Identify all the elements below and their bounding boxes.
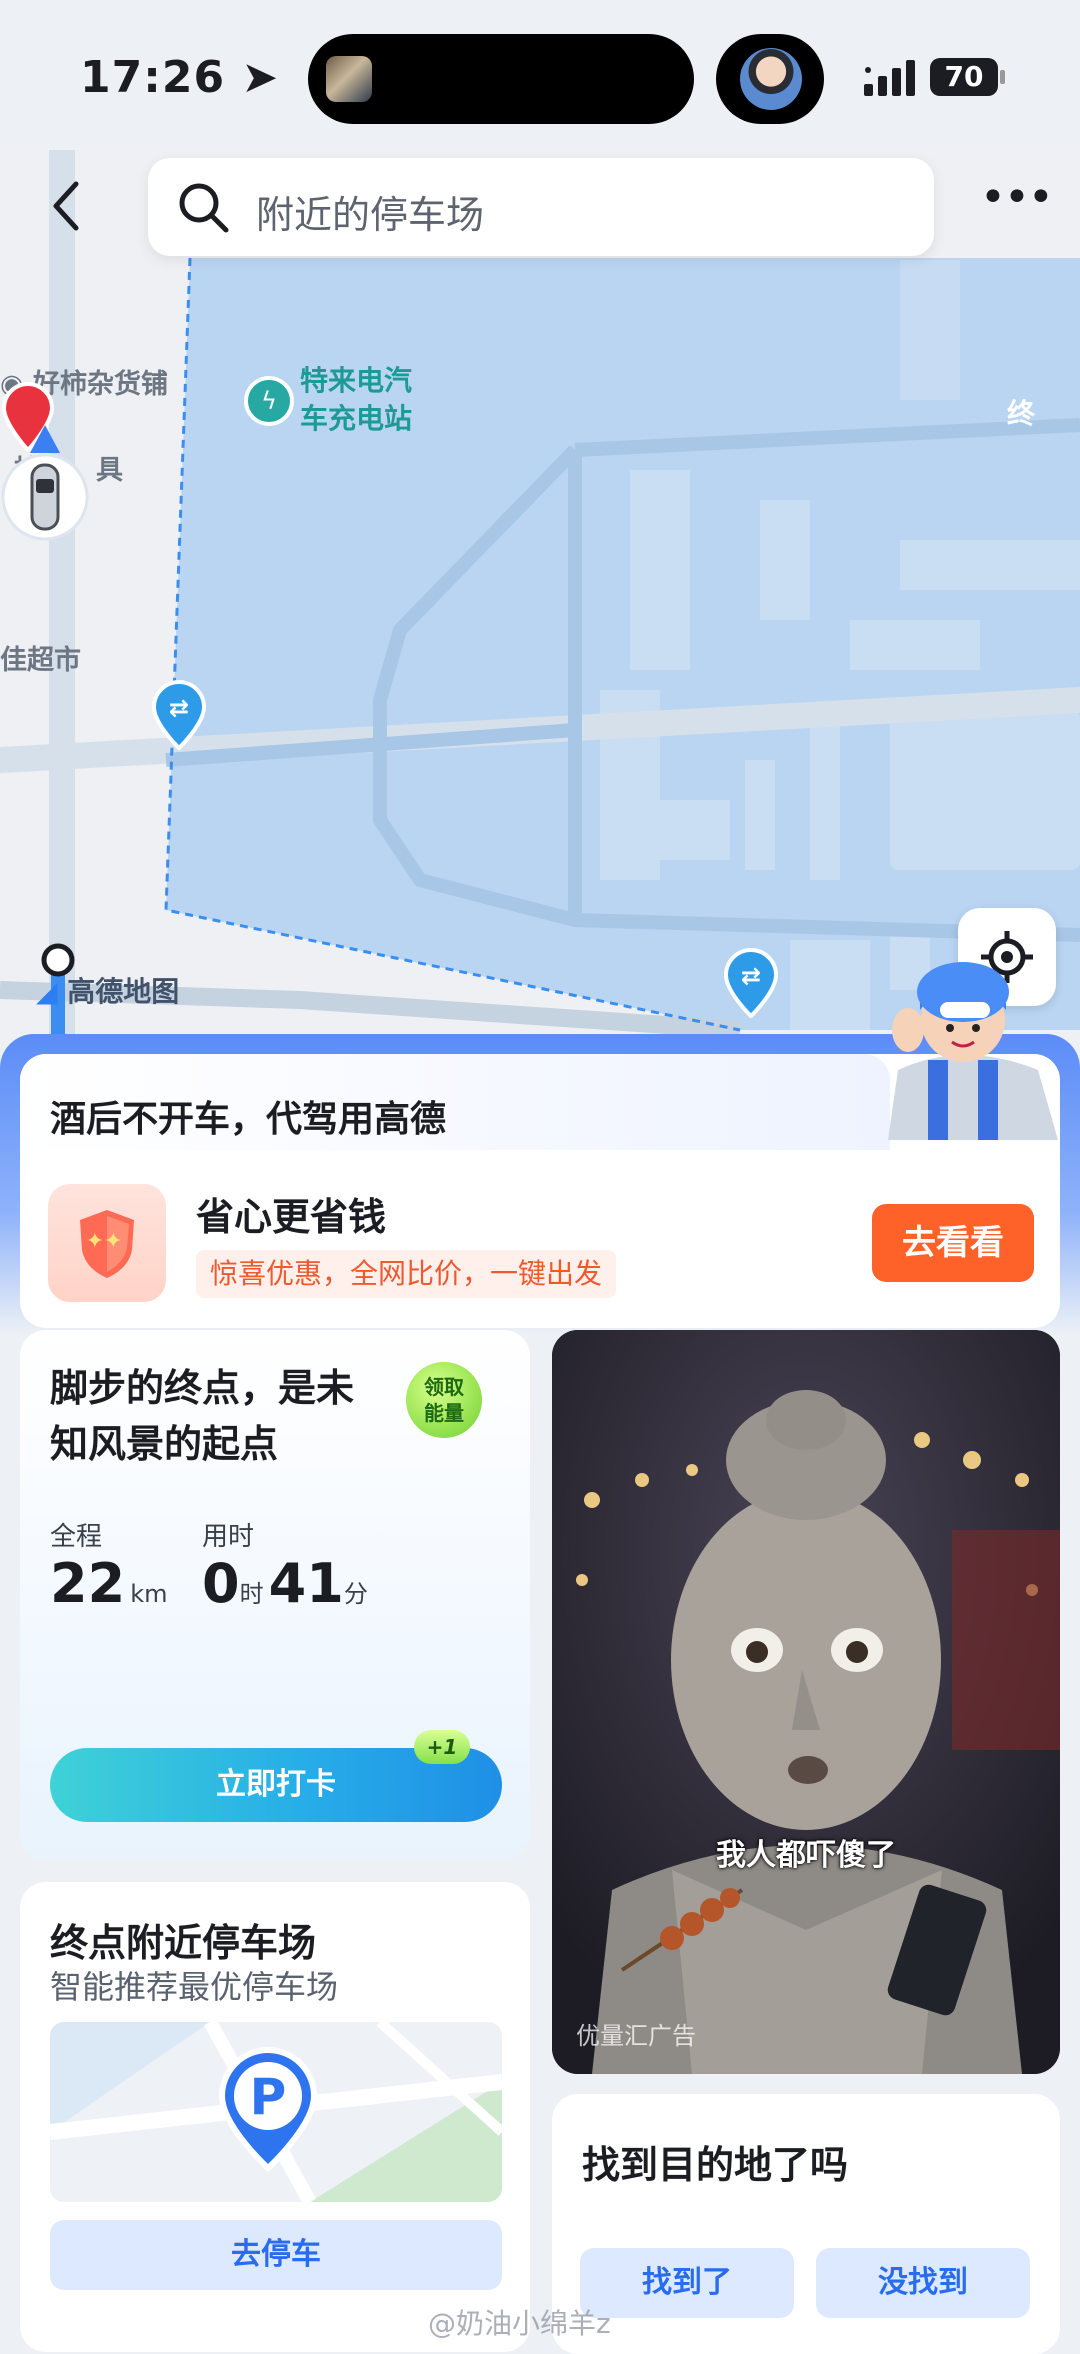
view-button[interactable]: 去看看 (872, 1204, 1034, 1282)
ad-label: 优量汇广告 (576, 2022, 696, 2050)
parking-subtitle: 智能推荐最优停车场 (50, 1968, 339, 2006)
more-options-icon[interactable]: ••• (980, 176, 1054, 228)
dynamic-island[interactable] (308, 34, 694, 124)
end-marker-label: 终 (1006, 397, 1035, 430)
status-bar: 17:26 ➤ 70 (0, 0, 1080, 150)
svg-text:⇄: ⇄ (169, 694, 189, 722)
mascot-icon (888, 962, 1058, 1140)
status-time: 17:26 ➤ (80, 52, 280, 103)
found-no-button[interactable]: 没找到 (816, 2248, 1030, 2318)
location-arrow-icon: ➤ (241, 52, 280, 103)
parking-p-letter: P (250, 2068, 287, 2126)
banner-title: 酒后不开车，代驾用高德 (50, 1099, 447, 1140)
poi-label[interactable]: 佳超市 (0, 638, 81, 677)
parking-pin-icon[interactable]: ⇄ (722, 946, 780, 1018)
promo-tile: ✦✦ (48, 1184, 166, 1302)
found-yes-button[interactable]: 找到了 (580, 2248, 794, 2318)
destination-found-card[interactable]: 找到目的地了吗 找到了 没找到 (552, 2094, 1060, 2354)
duration-value: 0时 41分 (202, 1552, 368, 1615)
distance-value: 22 km (50, 1552, 168, 1615)
charging-station-icon[interactable]: ϟ (244, 376, 294, 426)
map-view[interactable]: ◉ 好柿杂货铺 柏 具 佳超市 ϟ 特来电汽 车充电站 终 ⇄ ⇄ ◢ 高德地图 (0, 150, 1080, 1050)
poi-label[interactable]: 具 (96, 448, 123, 487)
search-input[interactable]: 附近的停车场 (148, 158, 934, 256)
dynamic-island-avatar[interactable] (716, 34, 824, 124)
walk-title: 脚步的终点，是未知风景的起点 (50, 1366, 355, 1466)
go-parking-button[interactable]: 去停车 (50, 2220, 502, 2290)
found-title: 找到目的地了吗 (582, 2143, 849, 2187)
album-art-icon (326, 56, 372, 102)
search-icon (179, 183, 229, 233)
back-arrow-icon[interactable] (40, 176, 100, 236)
parking-p-icon: P (218, 2047, 318, 2173)
watermark: @奶油小绵羊z (428, 2307, 611, 2340)
battery-tip (1000, 70, 1005, 84)
video-ad-card[interactable]: 我人都吓傻了 优量汇广告 (552, 1330, 1060, 2074)
battery-indicator: 70 (930, 58, 998, 96)
parking-title: 终点附近停车场 (50, 1921, 317, 1965)
bonus-badge: +1 (414, 1730, 470, 1764)
distance-label: 全程 (50, 1522, 103, 1552)
video-thumbnail[interactable] (552, 1330, 1060, 2074)
signal-icon (864, 60, 915, 96)
charging-station-label[interactable]: 特来电汽 车充电站 (300, 362, 412, 438)
svg-text:✦✦: ✦✦ (86, 1229, 123, 1254)
claim-energy-button[interactable]: 领取能量 (406, 1362, 482, 1438)
parking-pin-icon[interactable]: ⇄ (150, 678, 208, 750)
walk-summary-card[interactable]: 脚步的终点，是未知风景的起点 领取能量 全程 22 km 用时 0时 41分 立… (20, 1330, 530, 1860)
search-placeholder: 附近的停车场 (256, 193, 485, 237)
avatar (740, 48, 802, 110)
svg-text:⇄: ⇄ (741, 962, 761, 990)
car-position-icon[interactable] (0, 425, 90, 545)
video-caption: 我人都吓傻了 (716, 1838, 896, 1873)
duration-label: 用时 (202, 1522, 255, 1552)
banner-headline: 省心更省钱 (196, 1195, 387, 1239)
shield-heart-icon: ✦✦ (80, 1210, 134, 1278)
map-canvas[interactable] (0, 150, 1080, 1050)
amap-logo: ◢ 高德地图 (36, 975, 180, 1008)
parking-card[interactable]: 终点附近停车场 智能推荐最优停车场 P 去停车 (20, 1882, 530, 2352)
banner-subtitle: 惊喜优惠，全网比价，一键出发 (196, 1250, 617, 1298)
